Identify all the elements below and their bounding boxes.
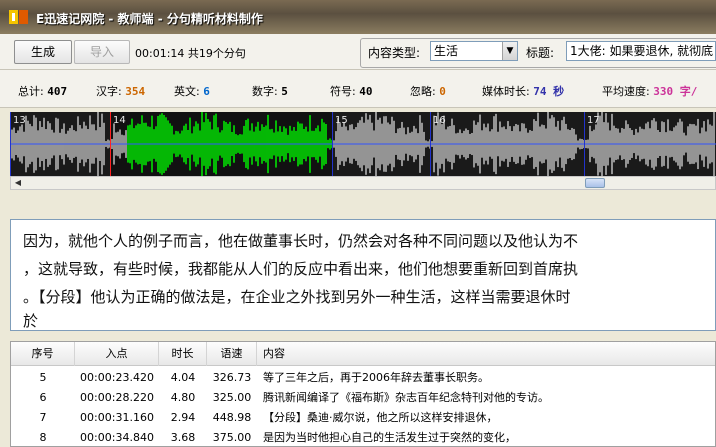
col-header-speed[interactable]: 语速	[207, 342, 257, 366]
stat-digits: 数字: 5	[252, 85, 288, 98]
table-cell: 4.04	[170, 371, 196, 384]
stat-english: 英文: 6	[174, 85, 210, 98]
col-header-index[interactable]: 序号	[11, 342, 75, 366]
stat-chinese: 汉字: 354	[96, 85, 146, 98]
table-cell: 3.68	[170, 431, 196, 444]
table-cell: 是因为当时他担心自己的生活发生过于突然的变化，	[263, 431, 516, 444]
title-input[interactable]: 1大佬: 如果要退休, 就彻底	[566, 41, 716, 61]
stat-avg-speed: 平均速度: 330 字/	[602, 85, 698, 98]
table-cell: 8	[39, 431, 47, 444]
segment-label: 15	[335, 115, 348, 126]
scrollbar-thumb[interactable]	[585, 178, 605, 188]
scroll-left-icon[interactable]: ◀	[11, 177, 25, 189]
content-type-label: 内容类型:	[368, 46, 421, 60]
waveform-scrollbar[interactable]: ◀	[10, 176, 716, 190]
duration-status: 00:01:14 共19个分句	[135, 47, 246, 60]
dropdown-arrow-icon[interactable]: ▼	[502, 42, 517, 60]
content-type-select[interactable]: 生活 ▼	[430, 41, 518, 61]
editor-line: 因为，就他个人的例子而言，他在做董事长时，仍然会对各种不同问题以及他认为不	[23, 232, 579, 250]
import-button[interactable]: 导入	[74, 40, 130, 64]
waveform-view[interactable]: 13 14 15 16 17	[10, 112, 716, 176]
table-cell: 6	[39, 391, 47, 404]
table-cell: 00:00:31.160	[80, 411, 154, 424]
transcript-editor[interactable]: 因为，就他个人的例子而言，他在做董事长时，仍然会对各种不同问题以及他认为不 ，这…	[10, 219, 716, 331]
title-bar: E迅速记网院 - 教师端 - 分句精听材料制作	[0, 0, 716, 34]
waveform-canvas[interactable]: 13 14 15 16 17	[10, 112, 716, 176]
table-cell: 00:00:28.220	[80, 391, 154, 404]
col-header-in-point[interactable]: 入点	[75, 342, 159, 366]
content-type-value: 生活	[434, 44, 459, 58]
table-cell: 5	[39, 371, 47, 384]
editor-line: 。【分段】他认为正确的做法是，在企业之外找到另外一种生活，这样当需要退休时	[23, 288, 571, 306]
table-cell: 325.00	[212, 391, 252, 404]
stats-bar: 总计: 407 汉字: 354 英文: 6 数字: 5 符号: 40 忽略: 0…	[0, 70, 716, 108]
segment-label: 13	[13, 115, 26, 126]
title-label: 标题:	[526, 46, 555, 60]
segment-label: 16	[433, 115, 446, 126]
table-cell: 【分段】桑迪·威尔说，他之所以这样安排退休，	[263, 411, 498, 424]
stat-symbols: 符号: 40	[330, 85, 373, 98]
table-cell: 2.94	[170, 411, 196, 424]
table-row[interactable]: 8 00:00:34.840 3.68 375.00 是因为当时他担心自己的生活发生过于…	[11, 428, 715, 446]
table-row[interactable]: 5 00:00:23.420 4.04 326.73 等了三年之后，再于2006年辞去董…	[11, 368, 715, 388]
col-header-duration[interactable]: 时长	[159, 342, 207, 366]
table-row[interactable]: 6 00:00:28.220 4.80 325.00 腾讯新闻编译了《福布斯》杂志百年纪…	[11, 388, 715, 408]
table-cell: 等了三年之后，再于2006年辞去董事长职务。	[263, 371, 489, 384]
sentence-table: 序号 入点 时长 语速 内容 5 00:00:23.420 4.04 326.73 等了…	[10, 341, 716, 447]
table-cell: 375.00	[212, 431, 252, 444]
stat-total: 总计: 407	[18, 85, 68, 98]
segment-label: 17	[587, 115, 600, 126]
stat-media-duration: 媒体时长: 74 秒	[482, 85, 565, 98]
stat-ignored: 忽略: 0	[410, 85, 446, 98]
app-logo-icon	[9, 10, 28, 24]
table-cell: 7	[39, 411, 47, 424]
segment-label: 14	[113, 115, 126, 126]
table-cell: 00:00:34.840	[80, 431, 154, 444]
table-cell: 448.98	[212, 411, 252, 424]
table-header: 序号 入点 时长 语速 内容	[11, 342, 715, 366]
col-header-content[interactable]: 内容	[257, 342, 715, 366]
editor-line: ，这就导致，有些时候，我都能从人们的反应中看出来，他们他想要重新回到首席执	[23, 260, 579, 278]
table-row[interactable]: 7 00:00:31.160 2.94 448.98 【分段】桑迪·威尔说，他之所以这样…	[11, 408, 715, 428]
generate-button[interactable]: 生成	[14, 40, 72, 64]
editor-line: 於	[23, 312, 39, 330]
table-cell: 326.73	[212, 371, 252, 384]
table-cell: 00:00:23.420	[80, 371, 154, 384]
table-cell: 腾讯新闻编译了《福布斯》杂志百年纪念特刊对他的专访。	[263, 391, 549, 404]
window-title: E迅速记网院 - 教师端 - 分句精听材料制作	[36, 12, 263, 26]
table-cell: 4.80	[170, 391, 196, 404]
